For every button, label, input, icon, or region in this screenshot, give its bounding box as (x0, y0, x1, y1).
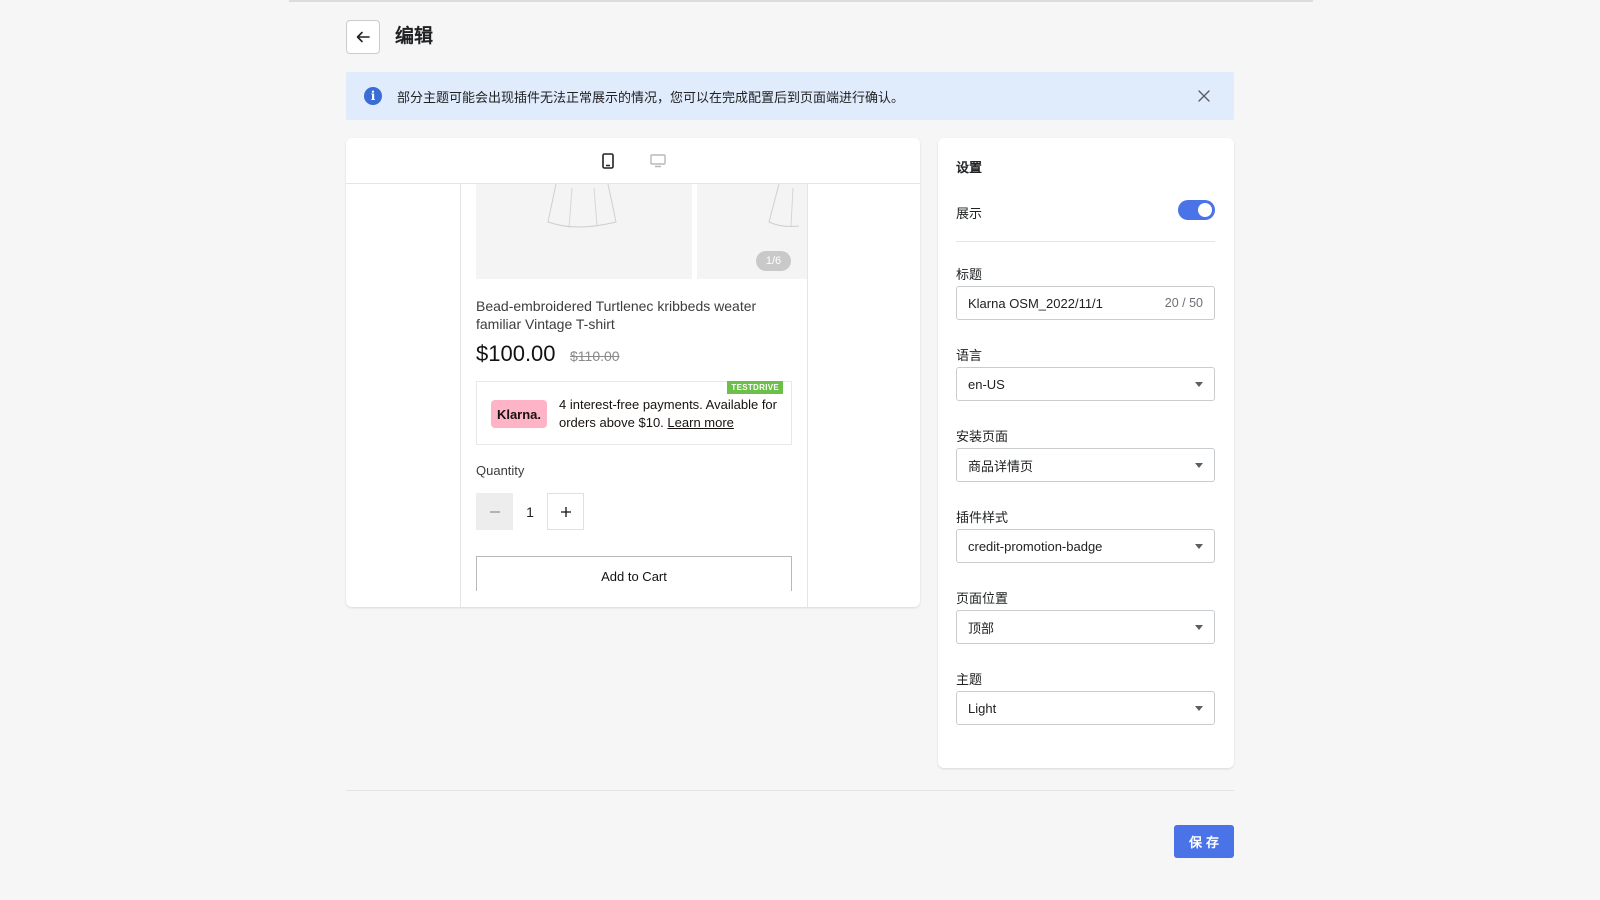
footer-divider (346, 790, 1234, 791)
title-char-count: 20 / 50 (1164, 296, 1203, 310)
mobile-preview-frame: 1/6 Bead-embroidered Turtlenec kribbeds … (460, 184, 808, 607)
caret-down-icon (1195, 462, 1203, 468)
save-button[interactable]: 保存 (1174, 825, 1234, 858)
quantity-value[interactable]: 1 (513, 493, 547, 530)
language-select[interactable]: en-US (956, 367, 1215, 401)
settings-divider (956, 241, 1215, 242)
page-title: 编辑 (395, 26, 434, 47)
device-switcher (346, 138, 920, 184)
banner-message: 部分主题可能会出现插件无法正常展示的情况，您可以在完成配置后到页面端进行确认。 (397, 89, 905, 105)
language-label: 语言 (956, 348, 983, 363)
top-rule (289, 0, 1313, 2)
theme-label: 主题 (956, 672, 983, 687)
minus-icon (489, 510, 500, 513)
product-title: Bead-embroidered Turtlenec kribbeds weat… (476, 298, 757, 332)
quantity-label: Quantity (476, 463, 525, 478)
desktop-icon (650, 153, 666, 167)
arrow-left-icon (356, 31, 370, 43)
testdrive-badge: TESTDRIVE (727, 381, 783, 394)
style-label: 插件样式 (956, 510, 1009, 525)
compare-price: $110.00 (570, 348, 620, 364)
back-button[interactable] (346, 20, 380, 54)
quantity-decrease-button[interactable] (476, 493, 513, 530)
caret-down-icon (1195, 624, 1203, 630)
show-toggle[interactable] (1178, 200, 1215, 220)
klarna-message-widget: TESTDRIVE Klarna. 4 interest-free paymen… (476, 381, 792, 445)
show-label: 展示 (956, 206, 983, 221)
settings-title: 设置 (956, 160, 983, 175)
position-select[interactable]: 顶部 (956, 610, 1215, 644)
product-sketch-icon (768, 184, 800, 227)
caret-down-icon (1195, 381, 1203, 387)
position-value: 顶部 (968, 620, 995, 636)
install-page-value: 商品详情页 (968, 458, 1034, 474)
product-image[interactable] (476, 184, 692, 279)
product-price: $100.00 (476, 341, 556, 366)
learn-more-link[interactable]: Learn more (667, 415, 733, 430)
mobile-preview-content: 1/6 Bead-embroidered Turtlenec kribbeds … (461, 184, 807, 591)
preview-card: 1/6 Bead-embroidered Turtlenec kribbeds … (346, 138, 920, 607)
caret-down-icon (1195, 543, 1203, 549)
theme-select[interactable]: Light (956, 691, 1215, 725)
style-select[interactable]: credit-promotion-badge (956, 529, 1215, 563)
caret-down-icon (1195, 705, 1203, 711)
toggle-knob (1198, 203, 1212, 217)
position-label: 页面位置 (956, 591, 1009, 606)
image-counter: 1/6 (756, 251, 791, 271)
theme-value: Light (968, 700, 997, 716)
banner-close-button[interactable] (1192, 84, 1216, 108)
product-sketch-icon (547, 184, 617, 229)
add-to-cart-button[interactable]: Add to Cart (476, 556, 792, 591)
mobile-view-button[interactable] (596, 149, 620, 173)
title-input-value: Klarna OSM_2022/11/1 (968, 295, 1103, 311)
title-label: 标题 (956, 267, 983, 282)
title-input[interactable]: Klarna OSM_2022/11/1 20 / 50 (956, 286, 1215, 320)
product-image-next[interactable]: 1/6 (697, 184, 807, 279)
install-page-select[interactable]: 商品详情页 (956, 448, 1215, 482)
settings-panel: 设置 展示 标题 Klarna OSM_2022/11/1 20 / 50 语言… (938, 138, 1234, 768)
install-page-label: 安装页面 (956, 429, 1009, 444)
style-value: credit-promotion-badge (968, 538, 1103, 554)
desktop-view-button[interactable] (646, 149, 670, 173)
quantity-increase-button[interactable] (547, 493, 584, 530)
klarna-logo: Klarna. (491, 400, 547, 428)
info-banner: i 部分主题可能会出现插件无法正常展示的情况，您可以在完成配置后到页面端进行确认… (346, 72, 1234, 120)
language-value: en-US (968, 376, 1005, 392)
mobile-icon (602, 152, 614, 169)
close-icon (1198, 90, 1210, 102)
info-icon: i (364, 87, 382, 105)
plus-icon (560, 506, 571, 517)
klarna-text: 4 interest-free payments. Available for … (559, 396, 784, 432)
